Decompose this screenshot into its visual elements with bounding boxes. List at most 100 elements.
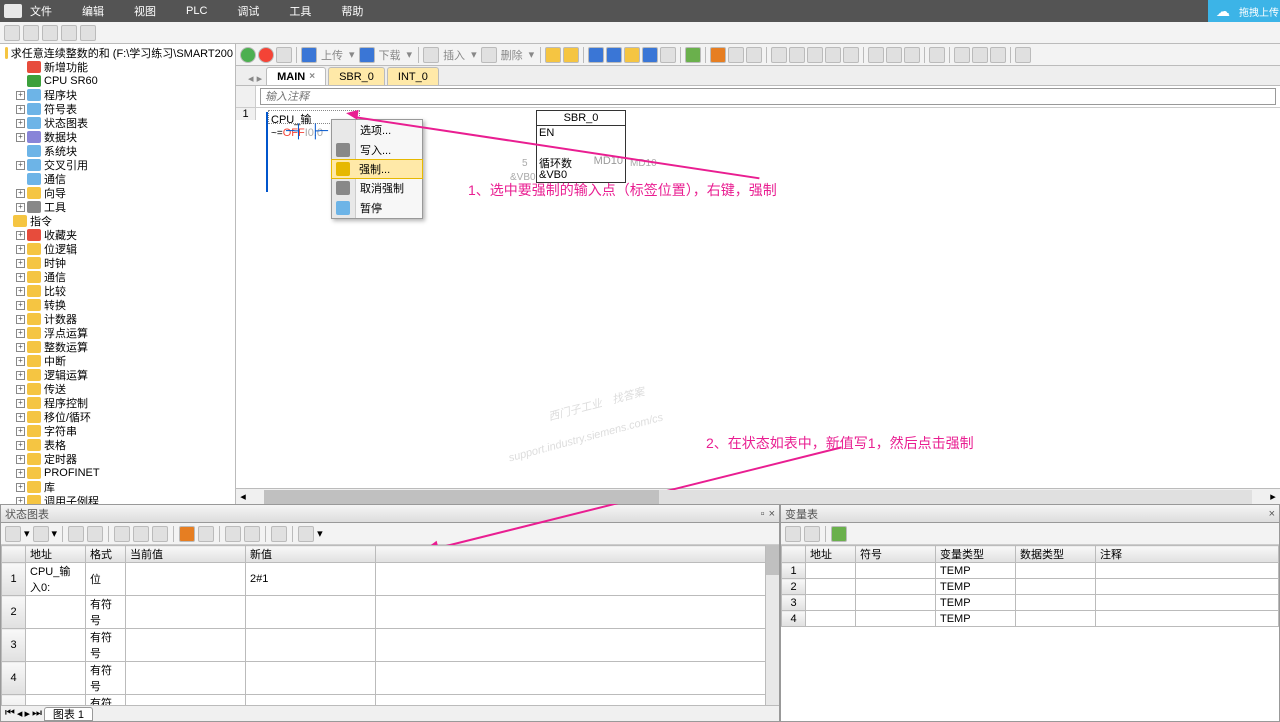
tree-convert[interactable]: +转换 [0, 298, 235, 312]
ctx-options[interactable]: 选项... [332, 120, 422, 140]
menu-plc[interactable]: PLC [186, 5, 207, 17]
cloud-icon[interactable]: ☁ [1208, 0, 1238, 22]
stop-icon[interactable] [258, 47, 274, 63]
tree-comm[interactable]: 通信 [0, 172, 235, 186]
tb-icon[interactable] [298, 526, 314, 542]
tab-sbr0[interactable]: SBR_0 [328, 67, 385, 85]
comment-input[interactable] [260, 88, 1276, 105]
tb-icon[interactable] [954, 47, 970, 63]
tb-icon[interactable] [868, 47, 884, 63]
tree-table[interactable]: +表格 [0, 438, 235, 452]
nav-first[interactable]: ⏮ [5, 707, 15, 720]
close-icon[interactable]: × [769, 508, 775, 520]
scrollbar-thumb[interactable] [264, 490, 659, 504]
tb-icon[interactable] [807, 47, 823, 63]
tree-clock[interactable]: +时钟 [0, 256, 235, 270]
nav-last[interactable]: ⏭ [32, 707, 42, 720]
tb-icon[interactable] [225, 526, 241, 542]
tree-counter[interactable]: +计数器 [0, 312, 235, 326]
tb-icon[interactable] [1015, 47, 1031, 63]
tree-program-ctrl[interactable]: +程序控制 [0, 396, 235, 410]
force-icon[interactable] [179, 526, 195, 542]
tb-icon[interactable] [114, 526, 130, 542]
tree-symbol-table[interactable]: +符号表 [0, 102, 235, 116]
tb-icon[interactable] [831, 526, 847, 542]
tree-xref[interactable]: +交叉引用 [0, 158, 235, 172]
tree-shift[interactable]: +移位/循环 [0, 410, 235, 424]
tree-logic[interactable]: +逻辑运算 [0, 368, 235, 382]
tree-timer[interactable]: +定时器 [0, 452, 235, 466]
menu-help[interactable]: 帮助 [341, 3, 363, 19]
tb-icon[interactable] [606, 47, 622, 63]
tree-tools[interactable]: +工具 [0, 200, 235, 214]
run-icon[interactable] [240, 47, 256, 63]
ctx-unforce[interactable]: 取消强制 [332, 178, 422, 198]
tb-icon[interactable] [133, 526, 149, 542]
tb-icon[interactable] [271, 526, 287, 542]
delete-icon[interactable] [481, 47, 497, 63]
tb-icon[interactable] [545, 47, 561, 63]
tb-icon[interactable] [152, 526, 168, 542]
tree-library[interactable]: +库 [0, 480, 235, 494]
open-icon[interactable] [23, 25, 39, 41]
upload-icon[interactable] [301, 47, 317, 63]
tree-favorites[interactable]: +收藏夹 [0, 228, 235, 242]
compile-icon[interactable] [276, 47, 292, 63]
save-icon[interactable] [42, 25, 58, 41]
tb-icon[interactable] [563, 47, 579, 63]
tree-new-feature[interactable]: 新增功能 [0, 60, 235, 74]
menu-debug[interactable]: 调试 [237, 3, 259, 19]
editor-hscroll[interactable]: ◂ ▸ [236, 488, 1280, 504]
tb-icon[interactable] [929, 47, 945, 63]
menu-tool[interactable]: 工具 [289, 3, 311, 19]
tree-compare[interactable]: +比较 [0, 284, 235, 298]
tb-icon[interactable] [804, 526, 820, 542]
close-icon[interactable]: × [1269, 508, 1275, 520]
tree-project-root[interactable]: 求任意连续整数的和 (F:\学习练习\SMART200 [0, 46, 235, 60]
tb-icon[interactable] [746, 47, 762, 63]
nav-next[interactable]: ▸ [24, 707, 30, 720]
tb-icon[interactable] [990, 47, 1006, 63]
ladder-editor[interactable]: 1 CPU_输~=OFFI0.0 ─┤ ├─ SBR_0 EN 循环数MD10 … [236, 108, 1280, 488]
tab-main[interactable]: MAIN× [266, 67, 326, 85]
tree-comm-inst[interactable]: +通信 [0, 270, 235, 284]
tb-icon[interactable] [588, 47, 604, 63]
tree-float[interactable]: +浮点运算 [0, 326, 235, 340]
chart-sheet-tab[interactable]: 图表 1 [44, 707, 93, 721]
tb-icon[interactable] [771, 47, 787, 63]
ctx-write[interactable]: 写入... [332, 140, 422, 160]
print-icon[interactable] [61, 25, 77, 41]
nav-prev[interactable]: ◂ [17, 707, 23, 720]
tb-icon[interactable] [825, 47, 841, 63]
pin-icon[interactable]: ▫ [761, 508, 765, 520]
tb-icon[interactable] [87, 526, 103, 542]
tb-icon[interactable] [843, 47, 859, 63]
ctx-pause[interactable]: 暂停 [332, 198, 422, 218]
tb-icon[interactable] [624, 47, 640, 63]
menu-edit[interactable]: 编辑 [82, 3, 104, 19]
tree-int[interactable]: +整数运算 [0, 340, 235, 354]
tb-icon[interactable] [660, 47, 676, 63]
variable-table-grid[interactable]: 地址符号变量类型数据类型注释 1TEMP 2TEMP 3TEMP 4TEMP [781, 545, 1279, 627]
status-chart-grid[interactable]: 地址格式当前值新值 1CPU_输入0:位2#1 2有符号 3有符号 4有符号 5… [1, 545, 779, 705]
tree-interrupt[interactable]: +中断 [0, 354, 235, 368]
tb-icon[interactable] [904, 47, 920, 63]
tb-icon[interactable] [789, 47, 805, 63]
status-vscroll[interactable] [765, 545, 779, 705]
tb-icon[interactable] [728, 47, 744, 63]
tree-instructions[interactable]: 指令 [0, 214, 235, 228]
tb-icon[interactable] [685, 47, 701, 63]
tb-icon[interactable] [642, 47, 658, 63]
contact-symbol[interactable]: ─┤ ├─ [286, 124, 328, 140]
new-icon[interactable] [4, 25, 20, 41]
tree-string[interactable]: +字符串 [0, 424, 235, 438]
tree-system-block[interactable]: 系统块 [0, 144, 235, 158]
tree-bit-logic[interactable]: +位逻辑 [0, 242, 235, 256]
tb-icon[interactable] [886, 47, 902, 63]
ctx-force[interactable]: 强制... [331, 159, 423, 179]
tab-int0[interactable]: INT_0 [387, 67, 439, 85]
download-icon[interactable] [359, 47, 375, 63]
tree-data-block[interactable]: +数据块 [0, 130, 235, 144]
menu-view[interactable]: 视图 [134, 3, 156, 19]
tree-transfer[interactable]: +传送 [0, 382, 235, 396]
